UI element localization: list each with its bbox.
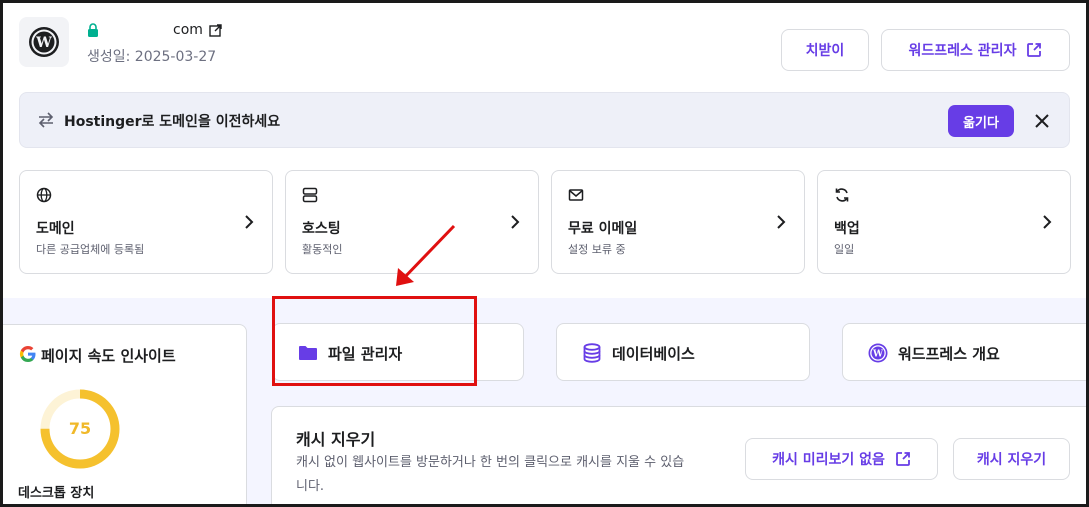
card-domain[interactable]: 도메인 다른 공급업체에 등록됨 [19,170,273,274]
page-speed-card: 페이지 속도 인사이트 75 데스크톱 장치 [3,324,247,507]
card-title: 무료 이메일 [568,221,638,237]
device-label: 데스크톱 장치 [18,486,95,501]
external-link-icon[interactable] [209,23,222,37]
domain-name-redacted [105,24,167,36]
no-cache-preview-button[interactable]: 캐시 미리보기 없음 [745,438,938,480]
database-icon [583,343,601,363]
annotation-arrow [396,224,456,286]
refresh-icon [835,188,849,202]
server-icon [302,187,318,203]
card-title: 호스팅 [302,221,341,237]
page-speed-title: 페이지 속도 인사이트 [41,347,176,365]
domain-suffix[interactable]: com [173,22,203,38]
no-cache-preview-label: 캐시 미리보기 없음 [772,452,885,468]
site-domain-row[interactable]: com [87,22,222,38]
card-backup[interactable]: 백업 일일 [817,170,1071,274]
card-email[interactable]: 무료 이메일 설정 보류 중 [551,170,805,274]
change-button-label: 치받이 [805,43,845,59]
domain-transfer-banner: Hostinger로 도메인을 이전하세요 옮기다 [19,92,1070,148]
chevron-right-icon [1043,215,1052,229]
lock-icon [88,23,98,37]
wordpress-logo: W [19,17,69,67]
transfer-button[interactable]: 옮기다 [948,105,1014,137]
file-manager-card[interactable]: 파일 관리자 [272,323,524,381]
external-link-icon [895,452,910,466]
google-icon [19,345,36,363]
wordpress-icon: W [868,343,888,363]
cache-title: 캐시 지우기 [296,430,376,449]
card-subtitle: 활동적인 [302,243,343,256]
external-link-icon [1027,43,1042,57]
globe-icon [36,187,52,203]
clear-cache-card: 캐시 지우기 캐시 없이 웹사이트를 방문하거나 한 번의 클릭으로 캐시를 지… [271,406,1089,507]
speed-score: 75 [68,419,92,438]
wordpress-icon: W [29,27,59,57]
banner-text: Hostinger로 도메인을 이전하세요 [64,114,281,130]
chevron-right-icon [245,215,254,229]
chevron-right-icon [777,215,786,229]
clear-cache-label: 캐시 지우기 [976,452,1047,468]
mail-icon [568,189,584,201]
clear-cache-button[interactable]: 캐시 지우기 [953,438,1070,480]
wordpress-overview-card[interactable]: W 워드프레스 개요 [842,323,1089,381]
transfer-icon [38,112,54,128]
created-date: 생성일: 2025-03-27 [87,49,217,65]
database-card[interactable]: 데이터베이스 [556,323,810,381]
card-subtitle: 설정 보류 중 [568,243,626,256]
file-manager-label: 파일 관리자 [328,345,403,363]
wp-admin-button[interactable]: 워드프레스 관리자 [881,29,1070,71]
cache-description: 캐시 없이 웹사이트를 방문하거나 한 번의 클릭으로 캐시를 지울 수 있습니… [296,455,685,494]
chevron-right-icon [511,215,520,229]
database-label: 데이터베이스 [612,345,695,363]
card-subtitle: 다른 공급업체에 등록됨 [36,243,145,256]
svg-text:W: W [35,35,52,51]
svg-text:W: W [872,350,884,360]
card-title: 도메인 [36,221,75,237]
card-title: 백업 [834,221,860,237]
card-subtitle: 일일 [834,243,855,256]
wp-admin-label: 워드프레스 관리자 [908,43,1017,59]
close-icon[interactable] [1035,114,1049,128]
wordpress-overview-label: 워드프레스 개요 [898,345,1000,363]
change-button[interactable]: 치받이 [781,29,869,71]
folder-icon [299,346,317,360]
